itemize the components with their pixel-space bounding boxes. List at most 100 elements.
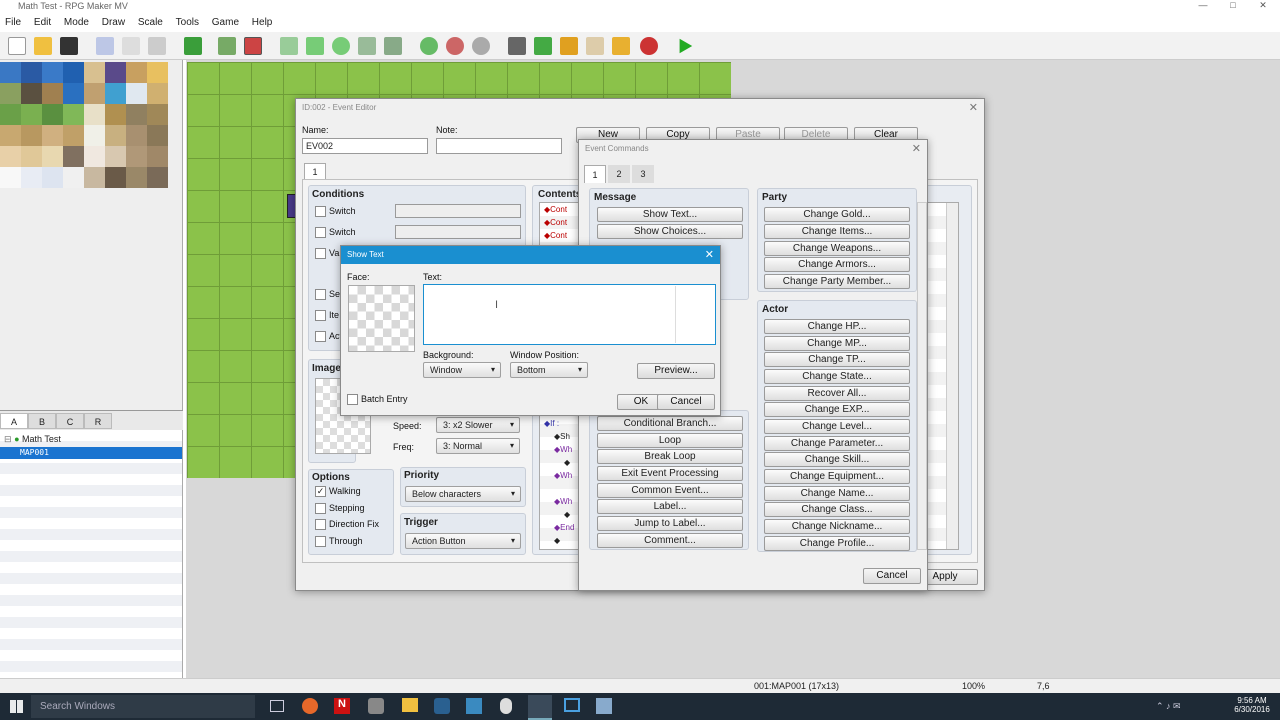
tile[interactable]	[63, 83, 84, 104]
change-exp-button[interactable]: Change EXP...	[764, 402, 910, 417]
tab-page-1[interactable]: 1	[304, 163, 326, 179]
close-icon[interactable]: ✕	[705, 248, 714, 261]
condition-switch1-checkbox[interactable]	[315, 206, 326, 217]
condition-selfswitch-checkbox[interactable]	[315, 289, 326, 300]
message-text-area[interactable]	[423, 284, 716, 345]
tile[interactable]	[126, 83, 147, 104]
priority-dropdown[interactable]: Below characters	[405, 486, 521, 502]
map-tree[interactable]: ⊟ ● Math Test MAP001	[0, 430, 183, 678]
jump-to-label-button[interactable]: Jump to Label...	[597, 516, 743, 531]
tab-b[interactable]: B	[28, 413, 56, 429]
tile[interactable]	[84, 104, 105, 125]
tile[interactable]	[147, 125, 168, 146]
taskbar-search[interactable]: Search Windows	[31, 695, 255, 718]
cut-icon[interactable]	[96, 37, 114, 55]
close-icon[interactable]: ✕	[912, 142, 921, 155]
tile[interactable]	[105, 104, 126, 125]
conditional-branch-button[interactable]: Conditional Branch...	[597, 416, 743, 431]
contents-line[interactable]: ◆End	[554, 523, 574, 532]
contents-line[interactable]: ◆Cont	[544, 205, 567, 214]
tile[interactable]	[126, 125, 147, 146]
plugin-icon[interactable]	[534, 37, 552, 55]
menu-tools[interactable]: Tools	[171, 14, 204, 28]
tab-c[interactable]: C	[56, 413, 84, 429]
face-image-selector[interactable]	[348, 285, 415, 352]
tile[interactable]	[105, 167, 126, 188]
tile[interactable]	[42, 104, 63, 125]
menu-help[interactable]: Help	[247, 14, 278, 28]
tile[interactable]	[105, 83, 126, 104]
change-name-button[interactable]: Change Name...	[764, 486, 910, 501]
contents-line[interactable]: ◆Wh	[554, 497, 572, 506]
contents-line[interactable]: ◆Sh	[554, 432, 570, 441]
walking-checkbox[interactable]: ✓	[315, 486, 326, 497]
change-nickname-button[interactable]: Change Nickname...	[764, 519, 910, 534]
tile[interactable]	[63, 146, 84, 167]
tab-a[interactable]: A	[0, 413, 28, 429]
app-icon[interactable]	[500, 698, 512, 714]
contents-line[interactable]: ◆	[564, 510, 570, 519]
minimize-button[interactable]: —	[1188, 0, 1218, 12]
rpg-maker-taskbar-icon[interactable]	[528, 695, 552, 720]
contents-line[interactable]: ◆Wh	[554, 471, 572, 480]
tile[interactable]	[21, 146, 42, 167]
condition-actor-checkbox[interactable]	[315, 331, 326, 342]
tile[interactable]	[0, 125, 21, 146]
tile[interactable]	[21, 125, 42, 146]
recover-all-button[interactable]: Recover All...	[764, 386, 910, 401]
exit-event-processing-button[interactable]: Exit Event Processing	[597, 466, 743, 481]
undo-icon[interactable]	[184, 37, 202, 55]
menu-scale[interactable]: Scale	[133, 14, 168, 28]
contents-line[interactable]: ◆	[564, 458, 570, 467]
window-position-dropdown[interactable]: Bottom	[510, 362, 588, 378]
character-generator-icon[interactable]	[640, 37, 658, 55]
tile[interactable]	[126, 62, 147, 83]
change-weapons-button[interactable]: Change Weapons...	[764, 241, 910, 256]
command-tab-1[interactable]: 1	[584, 165, 606, 183]
change-equipment-button[interactable]: Change Equipment...	[764, 469, 910, 484]
tile[interactable]	[42, 125, 63, 146]
direction-fix-checkbox[interactable]	[315, 519, 326, 530]
tile[interactable]	[147, 146, 168, 167]
tile[interactable]	[84, 83, 105, 104]
change-gold-button[interactable]: Change Gold...	[764, 207, 910, 222]
condition-variable-checkbox[interactable]	[315, 248, 326, 259]
tile[interactable]	[21, 83, 42, 104]
tile[interactable]	[42, 62, 63, 83]
preview-button[interactable]: Preview...	[637, 363, 715, 379]
comment-button[interactable]: Comment...	[597, 533, 743, 548]
menu-draw[interactable]: Draw	[97, 14, 130, 28]
event-mode-icon[interactable]	[244, 37, 262, 55]
menu-mode[interactable]: Mode	[59, 14, 94, 28]
change-armors-button[interactable]: Change Armors...	[764, 257, 910, 272]
switch2-selector[interactable]	[395, 225, 521, 239]
change-items-button[interactable]: Change Items...	[764, 224, 910, 239]
change-tp-button[interactable]: Change TP...	[764, 352, 910, 367]
stepping-checkbox[interactable]	[315, 503, 326, 514]
playtest-icon[interactable]	[679, 38, 693, 54]
background-dropdown[interactable]: Window	[423, 362, 501, 378]
tile[interactable]	[42, 83, 63, 104]
app-icon[interactable]	[368, 698, 384, 714]
commands-scrollbar[interactable]	[917, 202, 927, 550]
firefox-icon[interactable]	[302, 698, 318, 714]
file-explorer-icon[interactable]	[402, 698, 418, 712]
zoom-in-icon[interactable]	[420, 37, 438, 55]
contents-line[interactable]: ◆	[554, 536, 560, 545]
commands-cancel-button[interactable]: Cancel	[863, 568, 921, 584]
trigger-dropdown[interactable]: Action Button	[405, 533, 521, 549]
paste-icon[interactable]	[148, 37, 166, 55]
tree-item-map001[interactable]: MAP001	[0, 447, 182, 459]
copy-icon[interactable]	[122, 37, 140, 55]
change-parameter-button[interactable]: Change Parameter...	[764, 436, 910, 451]
change-state-button[interactable]: Change State...	[764, 369, 910, 384]
tile[interactable]	[105, 146, 126, 167]
tile[interactable]	[126, 167, 147, 188]
tile[interactable]	[63, 62, 84, 83]
change-skill-button[interactable]: Change Skill...	[764, 452, 910, 467]
close-window-button[interactable]: ✕	[1248, 0, 1278, 12]
system-tray-icons[interactable]: ⌃ ♪ ✉	[1156, 701, 1181, 712]
show-text-button[interactable]: Show Text...	[597, 207, 743, 222]
app-icon[interactable]	[466, 698, 482, 714]
condition-item-checkbox[interactable]	[315, 310, 326, 321]
